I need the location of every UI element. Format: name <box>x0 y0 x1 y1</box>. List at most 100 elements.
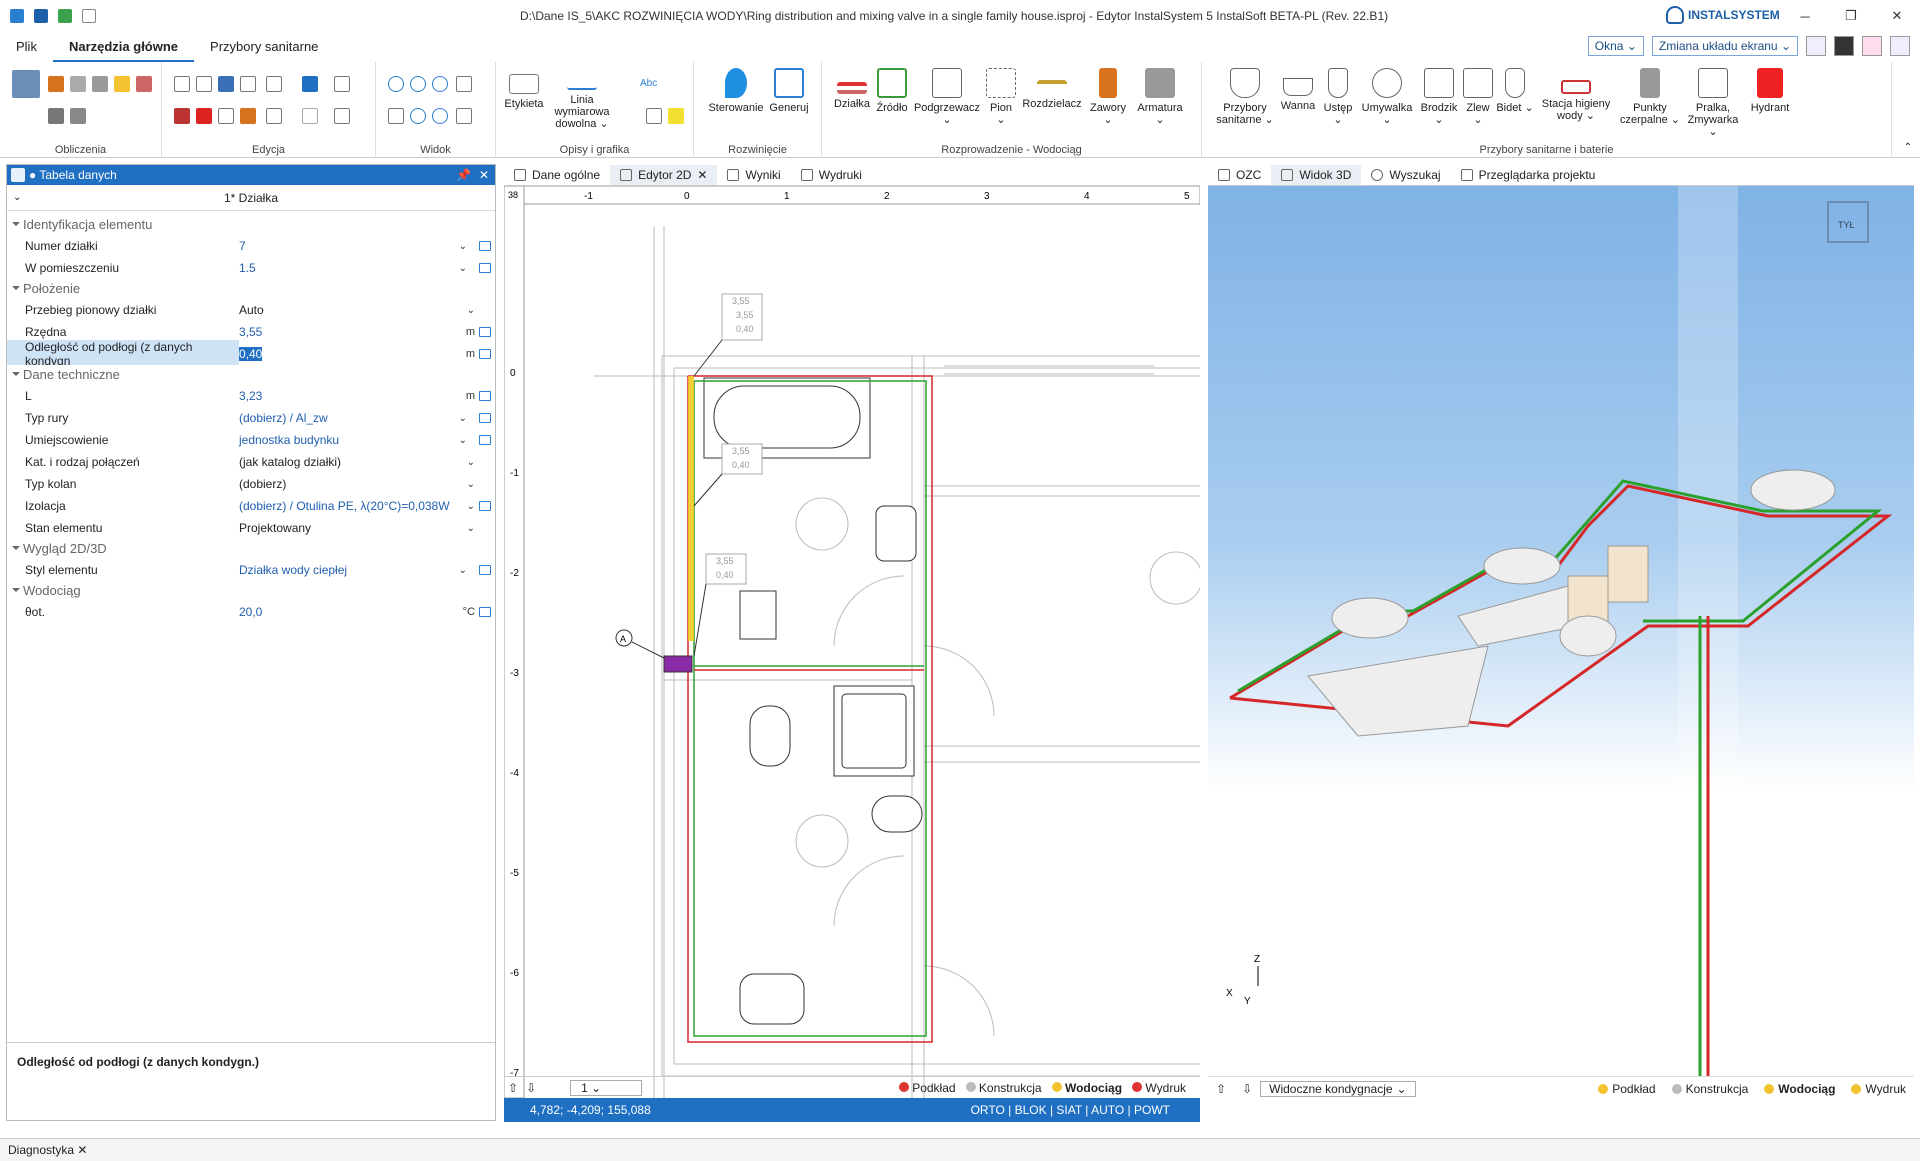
przybory-sanitarne-button[interactable]: Przybory sanitarne ⌄ <box>1216 68 1274 126</box>
umywalka-button[interactable]: Umywalka ⌄ <box>1358 68 1416 126</box>
category-identyfikacja[interactable]: Identyfikacja elementu <box>7 215 495 235</box>
drawing-canvas[interactable]: 38 -1 0 1 2 3 4 5 0 -1 -2 -3 -4 -5 -6 -7 <box>504 186 1200 1098</box>
bidet-button[interactable]: Bidet ⌄ <box>1496 68 1534 114</box>
building-icon[interactable] <box>70 76 86 92</box>
rozdzielacz-button[interactable]: Rozdzielacz <box>1020 68 1084 110</box>
row-izolacja[interactable]: Izolacja (dobierz) / Otulina PE, λ(20°C)=… <box>7 495 495 517</box>
row-styl[interactable]: Styl elementu Działka wody ciepłej ⌄ <box>7 559 495 581</box>
row-typ-rury[interactable]: Typ rury (dobierz) / Al_zw ⌄ <box>7 407 495 429</box>
manifold-2d[interactable] <box>663 655 693 673</box>
odleglosc-input[interactable]: 0,40 <box>239 347 263 361</box>
zmiana-ukladu-button[interactable]: Zmiana układu ekranu ⌄ <box>1651 36 1798 56</box>
category-wodociag[interactable]: Wodociąg <box>7 581 495 601</box>
layer3d-wydruk[interactable]: Wydruk <box>1843 1082 1914 1096</box>
toilet-2d[interactable] <box>739 590 777 640</box>
paste-icon[interactable] <box>174 76 190 92</box>
generuj-button[interactable]: Generuj <box>764 68 814 114</box>
delete-icon[interactable] <box>196 108 212 124</box>
washbasin-2d-lower[interactable] <box>739 973 805 1025</box>
menu-plik[interactable]: Plik <box>0 32 53 62</box>
panel-close-icon[interactable]: ✕ <box>479 165 489 185</box>
rotate-icon[interactable] <box>218 108 234 124</box>
undo-icon[interactable] <box>218 76 234 92</box>
brodzik-button[interactable]: Brodzik ⌄ <box>1418 68 1460 126</box>
save-icon[interactable] <box>34 9 48 23</box>
diagnostics-tab[interactable]: Diagnostyka ✕ <box>0 1138 1920 1161</box>
frame-icon[interactable] <box>334 108 350 124</box>
row-umiejscowienie[interactable]: Umiejscowienie jednostka budynku ⌄ <box>7 429 495 451</box>
tab-wyszukaj[interactable]: Wyszukaj <box>1361 165 1450 185</box>
pan-icon[interactable] <box>388 108 404 124</box>
drawing-modes[interactable]: ORTO | BLOK | SIAT | AUTO | POWT <box>971 1098 1170 1122</box>
layer-combo[interactable]: 1 ⌄ <box>570 1079 643 1096</box>
washbasin-3d[interactable] <box>1331 597 1409 639</box>
align-icon[interactable] <box>334 76 350 92</box>
washbasin-3d-2[interactable] <box>1483 547 1561 585</box>
note-icon[interactable] <box>668 108 684 124</box>
copy-icon[interactable] <box>196 76 212 92</box>
dzialka-button[interactable]: Działka <box>832 68 872 110</box>
cistern-3d[interactable] <box>1607 545 1649 603</box>
category-wyglad[interactable]: Wygląd 2D/3D <box>7 539 495 559</box>
viewport-3d[interactable]: TYŁ Z X Y <box>1208 186 1914 1076</box>
settings-icon[interactable] <box>1890 36 1910 56</box>
zoom-out-icon[interactable] <box>410 76 426 92</box>
linia-wymiarowa-button[interactable]: Linia wymiarowa dowolna ⌄ <box>550 68 614 130</box>
zoom-next-icon[interactable] <box>432 108 448 124</box>
row-L[interactable]: L 3,23 m <box>7 385 495 407</box>
pin-icon[interactable]: 📌 <box>456 165 471 185</box>
radiator-icon[interactable] <box>48 76 64 92</box>
podgrzewacz-button[interactable]: Podgrzewacz ⌄ <box>912 68 982 126</box>
row-przebieg[interactable]: Przebieg pionowy działki Auto ⌄ <box>7 299 495 321</box>
layer3d-podklad[interactable]: Podkład <box>1590 1082 1663 1096</box>
sterowanie-button[interactable]: Sterowanie <box>708 68 764 114</box>
pipe-calc-icon[interactable] <box>48 108 64 124</box>
row-odleglosc[interactable]: Odległość od podłogi (z danych kondygn 0,… <box>7 340 495 368</box>
row-numer[interactable]: Numer działki 7 ⌄ <box>7 235 495 257</box>
tab-edytor-2d[interactable]: Edytor 2D ✕ <box>610 165 718 185</box>
toilet-3d[interactable] <box>1559 615 1617 657</box>
calculator-icon[interactable] <box>1834 36 1854 56</box>
menu-przybory[interactable]: Przybory sanitarne <box>194 32 334 62</box>
armatura-button[interactable]: Armatura ⌄ <box>1132 68 1188 126</box>
layer3d-konstrukcja[interactable]: Konstrukcja <box>1664 1082 1757 1096</box>
ustep-button[interactable]: Ustęp ⌄ <box>1320 68 1356 126</box>
storeys-combo[interactable]: Widoczne kondygnacje ⌄ <box>1260 1080 1416 1097</box>
category-dane-techniczne[interactable]: Dane techniczne <box>7 365 495 385</box>
bidet-2d[interactable] <box>871 795 923 833</box>
help-icon[interactable] <box>1862 36 1882 56</box>
row-theta[interactable]: θot. 20,0 °C <box>7 601 495 623</box>
category-polozenie[interactable]: Położenie <box>7 279 495 299</box>
hydrant-button[interactable]: Hydrant <box>1746 68 1794 114</box>
layer-podklad[interactable]: Podkład <box>898 1081 956 1095</box>
tab-ozc[interactable]: OZC <box>1208 165 1271 185</box>
stacja-higieny-button[interactable]: Stacja higieny wody ⌄ <box>1536 68 1616 122</box>
layer3d-wodociag[interactable]: Wodociąg <box>1756 1082 1843 1096</box>
layer-konstrukcja[interactable]: Konstrukcja <box>965 1081 1042 1095</box>
zoom-window-icon[interactable] <box>432 76 448 92</box>
zrodlo-button[interactable]: Źródło <box>874 68 910 114</box>
zoom-prev-icon[interactable] <box>410 108 426 124</box>
text-style-icon[interactable]: Abc <box>640 78 657 89</box>
etykieta-button[interactable]: Etykieta <box>502 68 546 110</box>
select-icon[interactable] <box>240 76 256 92</box>
washbasin-3d-3[interactable] <box>1750 469 1836 511</box>
row-kolan[interactable]: Typ kolan (dobierz) ⌄ <box>7 473 495 495</box>
tab-widok-3d[interactable]: Widok 3D <box>1271 165 1362 185</box>
zawory-button[interactable]: Zawory ⌄ <box>1086 68 1130 126</box>
row-kat[interactable]: Kat. i rodzaj połączeń (jak katalog dział… <box>7 451 495 473</box>
pattern-icon[interactable] <box>302 108 318 124</box>
upload-icon[interactable] <box>302 76 318 92</box>
close-icon[interactable]: ✕ <box>1874 0 1920 32</box>
pion-button[interactable]: Pion ⌄ <box>984 68 1018 126</box>
arrow-down-icon[interactable]: ⇩ <box>1234 1082 1260 1096</box>
water-drop-icon[interactable] <box>114 76 130 92</box>
row-pomieszczenie[interactable]: W pomieszczeniu 1.5 ⌄ <box>7 257 495 279</box>
toilet-2d-lower[interactable] <box>749 705 791 767</box>
heat-drop-icon[interactable] <box>136 76 152 92</box>
home-icon[interactable] <box>10 9 24 23</box>
washbasin-2d[interactable] <box>875 505 917 562</box>
punkty-czerpalne-button[interactable]: Punkty czerpalne ⌄ <box>1620 68 1680 126</box>
layer-wodociag[interactable]: Wodociąg <box>1051 1081 1122 1095</box>
tab-wydruki[interactable]: Wydruki <box>791 165 872 185</box>
